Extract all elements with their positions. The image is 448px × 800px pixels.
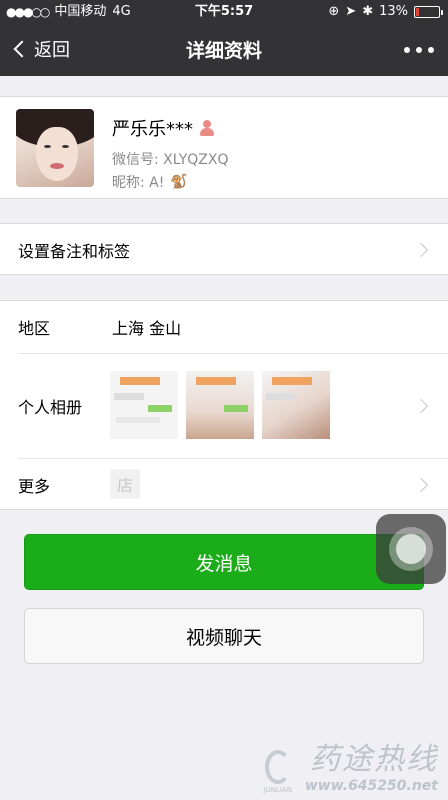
watermark-logo: JUNLIAN — [257, 748, 299, 794]
wechat-id-label: 微信号: — [112, 152, 159, 168]
bluetooth-icon: ✱ — [362, 4, 374, 19]
region-row: 地区 上海 金山 — [0, 301, 448, 353]
chevron-right-icon — [413, 477, 429, 493]
region-value: 上海 金山 — [112, 319, 182, 338]
battery-icon — [414, 6, 443, 18]
status-bar: ●●●○○ 中国移动 4G 下午5:57 ⊕ ➤ ✱ 13% — [0, 0, 448, 24]
chevron-right-icon — [413, 398, 429, 414]
watermark-url: www.645250.net — [304, 778, 438, 794]
profile-name-row: 严乐乐*** — [112, 115, 215, 141]
nickname-row: 昵称: A! 🐒 — [112, 172, 188, 192]
female-icon — [199, 120, 215, 136]
info-card: 地区 上海 金山 个人相册 更多 店 — [0, 300, 448, 510]
location-icon: ➤ — [345, 4, 357, 19]
navigation-bar: 返回 详细资料 — [0, 24, 448, 76]
page-title: 详细资料 — [185, 40, 262, 62]
chevron-right-icon — [413, 242, 429, 258]
battery-level — [416, 8, 419, 16]
video-chat-button[interactable]: 视频聊天 — [24, 608, 424, 664]
wechat-id-row: 微信号: XLYQZXQ — [112, 149, 228, 169]
album-thumbnail[interactable] — [110, 371, 178, 439]
profile-card: 严乐乐*** 微信号: XLYQZXQ 昵称: A! 🐒 — [0, 96, 448, 199]
nickname-label: 昵称: — [112, 175, 145, 191]
battery-percent: 13% — [379, 4, 408, 19]
more-row[interactable]: 更多 — [0, 459, 448, 511]
avatar[interactable] — [16, 109, 94, 187]
watermark: JUNLIAN 药途热线 www.645250.net — [257, 734, 438, 794]
album-label: 个人相册 — [18, 398, 83, 417]
send-message-button[interactable]: 发消息 — [24, 534, 424, 590]
monkey-emoji-icon: 🐒 — [170, 174, 188, 190]
album-thumbnails — [110, 371, 330, 439]
album-thumbnail[interactable] — [186, 371, 254, 439]
profile-name: 严乐乐*** — [112, 119, 193, 140]
remark-tags-row[interactable]: 设置备注和标签 — [0, 223, 448, 275]
assistive-touch-button[interactable] — [376, 514, 446, 584]
remark-tags-label: 设置备注和标签 — [18, 242, 131, 261]
watermark-text: 药途热线 — [310, 742, 438, 777]
orientation-lock-icon: ⊕ — [328, 4, 340, 19]
top-bar: ●●●○○ 中国移动 4G 下午5:57 ⊕ ➤ ✱ 13% 返回 详细资料 — [0, 0, 448, 76]
more-label: 更多 — [18, 477, 51, 496]
wechat-id-value: XLYQZXQ — [163, 152, 229, 168]
region-label: 地区 — [18, 319, 51, 338]
album-thumbnail[interactable] — [262, 371, 330, 439]
store-icon: 店 — [110, 469, 140, 499]
more-dots-icon[interactable] — [404, 38, 434, 62]
nickname-value: A! — [149, 175, 165, 191]
